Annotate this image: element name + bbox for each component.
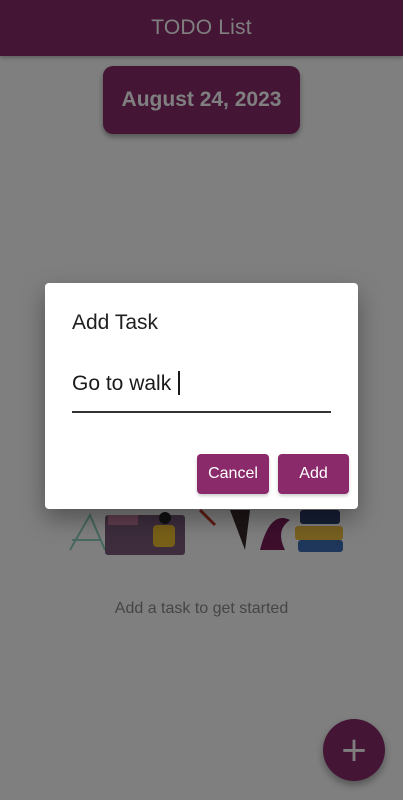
add-task-dialog: Add Task Cancel Add: [45, 283, 358, 509]
task-input-field[interactable]: [72, 369, 331, 413]
add-button[interactable]: Add: [278, 454, 349, 494]
dialog-title: Add Task: [72, 311, 158, 334]
cancel-button[interactable]: Cancel: [197, 454, 269, 494]
text-cursor: [178, 371, 180, 395]
task-input[interactable]: [72, 369, 331, 399]
